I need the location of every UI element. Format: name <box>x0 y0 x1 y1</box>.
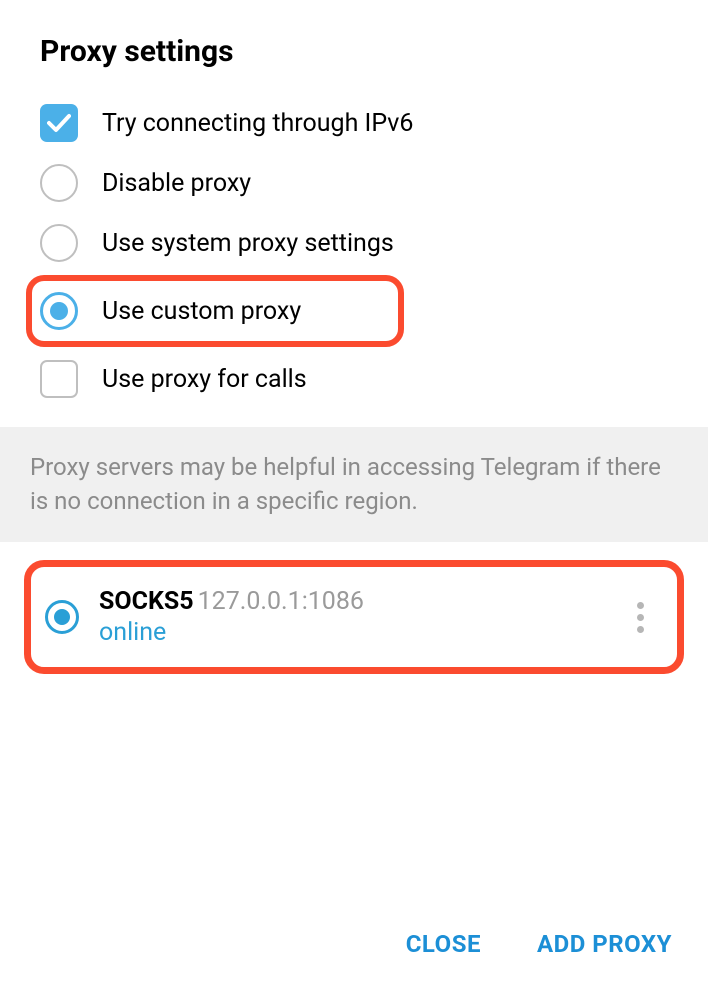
proxy-entry[interactable]: SOCKS5127.0.0.1:1086 online <box>24 560 684 674</box>
option-custom-proxy-row: Use custom proxy <box>40 273 668 349</box>
option-proxy-for-calls[interactable]: Use proxy for calls <box>40 349 668 409</box>
option-ipv6[interactable]: Try connecting through IPv6 <box>40 93 668 153</box>
radio-checked-icon[interactable] <box>45 600 79 634</box>
dialog-footer: CLOSE ADD PROXY <box>370 904 708 984</box>
radio-unchecked-icon <box>40 224 78 262</box>
option-label: Use system proxy settings <box>102 229 394 258</box>
proxy-address: 127.0.0.1:1086 <box>198 587 364 616</box>
more-icon[interactable] <box>625 602 655 633</box>
annotation-highlight: Use custom proxy <box>26 275 404 347</box>
radio-checked-icon[interactable] <box>40 292 78 330</box>
info-text: Proxy servers may be helpful in accessin… <box>30 451 678 518</box>
option-system-proxy[interactable]: Use system proxy settings <box>40 213 668 273</box>
option-label: Try connecting through IPv6 <box>102 109 413 138</box>
checkbox-checked-icon <box>40 104 78 142</box>
page-title: Proxy settings <box>40 34 668 69</box>
dialog-header: Proxy settings <box>0 0 708 93</box>
add-proxy-button[interactable]: ADD PROXY <box>537 930 672 958</box>
proxy-list: SOCKS5127.0.0.1:1086 online <box>0 542 708 674</box>
checkbox-unchecked-icon <box>40 360 78 398</box>
proxy-info: SOCKS5127.0.0.1:1086 online <box>99 587 625 647</box>
info-banner: Proxy servers may be helpful in accessin… <box>0 427 708 542</box>
proxy-type: SOCKS5 <box>99 587 194 616</box>
option-label: Use custom proxy <box>102 297 301 326</box>
proxy-status: online <box>99 618 625 647</box>
options-group: Try connecting through IPv6 Disable prox… <box>0 93 708 409</box>
close-button[interactable]: CLOSE <box>406 930 481 958</box>
option-label: Use proxy for calls <box>102 365 307 394</box>
option-label: Disable proxy <box>102 169 251 198</box>
radio-unchecked-icon <box>40 164 78 202</box>
option-disable-proxy[interactable]: Disable proxy <box>40 153 668 213</box>
